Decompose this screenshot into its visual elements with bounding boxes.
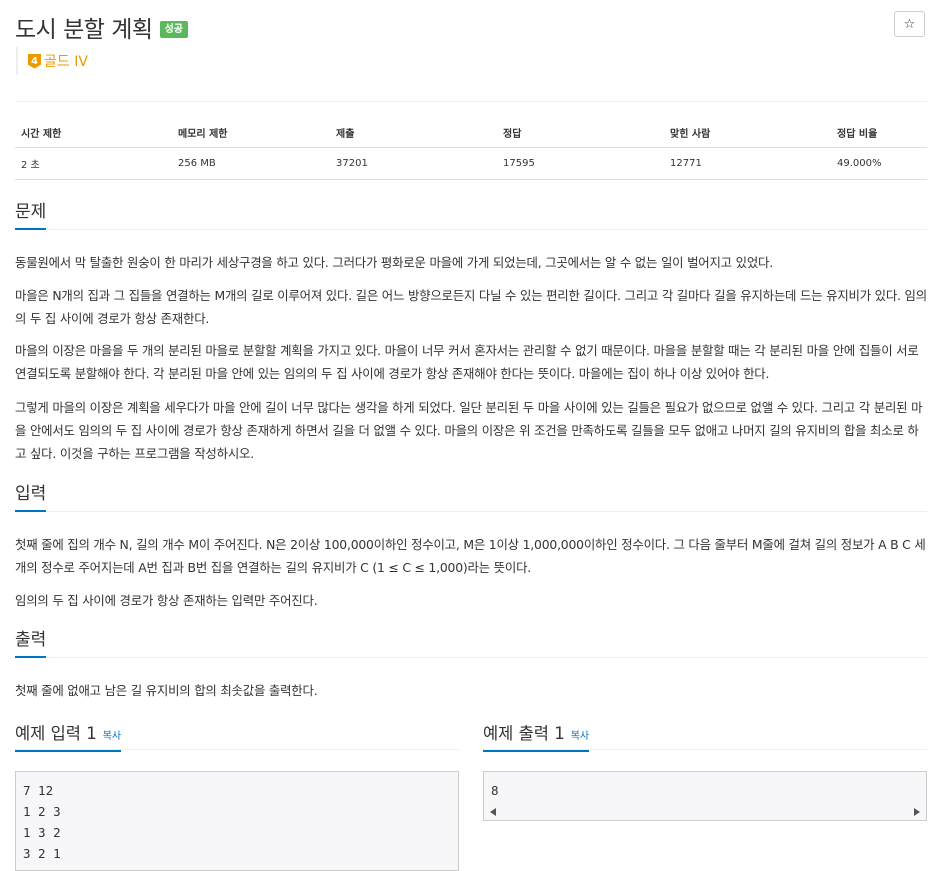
problem-paragraph-3: 마을의 이장은 마을을 두 개의 분리된 마을로 분할할 계획을 가지고 있다.… xyxy=(15,343,919,381)
header-accepted: 정답 xyxy=(497,118,664,148)
tier-icon: 4 xyxy=(28,53,41,69)
memory-limit-value: 256 MB xyxy=(172,147,330,180)
sample-output-title: 예제 출력 1 복사 xyxy=(483,723,590,752)
code-line: 7 12 xyxy=(23,783,54,798)
code-line: 8 xyxy=(491,783,499,798)
copy-sample-output-button[interactable]: 복사 xyxy=(571,731,589,742)
solved-users-value[interactable]: 12771 xyxy=(664,147,831,180)
horizontal-scrollbar[interactable] xyxy=(487,806,923,818)
input-section-header: 입력 xyxy=(15,481,927,512)
info-table-row: 2 초 256 MB 37201 17595 12771 49.000% xyxy=(15,147,927,180)
header-memory-limit: 메모리 제한 xyxy=(172,118,330,148)
output-paragraph-1: 첫째 줄에 없애고 남은 길 유지비의 합의 최솟값을 출력한다. xyxy=(15,683,318,698)
problem-paragraph-1: 동물원에서 막 탈출한 원숭이 한 마리가 세상구경을 하고 있다. 그러다가 … xyxy=(15,255,773,270)
star-button[interactable]: ☆ xyxy=(894,11,925,37)
star-icon: ☆ xyxy=(903,16,916,32)
code-line: 3 2 1 xyxy=(23,846,61,861)
output-section-header: 출력 xyxy=(15,627,927,658)
submissions-value[interactable]: 37201 xyxy=(330,147,497,180)
info-table-header-row: 시간 제한 메모리 제한 제출 정답 맞힌 사람 정답 비율 xyxy=(15,118,927,148)
divider xyxy=(15,101,927,102)
scroll-right-icon[interactable] xyxy=(914,808,920,816)
header-submissions: 제출 xyxy=(330,118,497,148)
sample-output-header: 예제 출력 1 복사 xyxy=(483,723,927,752)
copy-sample-input-button[interactable]: 복사 xyxy=(103,731,121,742)
input-paragraph-1: 첫째 줄에 집의 개수 N, 길의 개수 M이 주어진다. N은 2이상 100… xyxy=(15,537,926,575)
time-limit-value: 2 초 xyxy=(15,147,172,180)
problem-section-title: 문제 xyxy=(15,199,47,230)
code-line: 1 3 2 xyxy=(23,825,61,840)
header-solved-users: 맞힌 사람 xyxy=(664,118,831,148)
problem-paragraph-2: 마을은 N개의 집과 그 집들을 연결하는 M개의 길로 이루어져 있다. 길은… xyxy=(15,288,927,326)
header-time-limit: 시간 제한 xyxy=(15,118,172,148)
title-row: 도시 분할 계획 성공 xyxy=(15,10,188,44)
output-section-title: 출력 xyxy=(15,627,47,658)
problem-section-header: 문제 xyxy=(15,199,927,230)
sample-input-header: 예제 입력 1 복사 xyxy=(15,723,459,752)
header-accept-ratio: 정답 비율 xyxy=(831,118,927,148)
status-badge: 성공 xyxy=(159,20,188,38)
sample-input-title: 예제 입력 1 복사 xyxy=(15,723,122,752)
code-line: 1 2 3 xyxy=(23,804,61,819)
scroll-left-icon[interactable] xyxy=(490,808,496,816)
input-section-title: 입력 xyxy=(15,481,47,512)
problem-paragraph-4: 그렇게 마을의 이장은 계획을 세우다가 마을 안에 길이 너무 많다는 생각을… xyxy=(15,400,923,461)
accepted-value[interactable]: 17595 xyxy=(497,147,664,180)
page-title: 도시 분할 계획 xyxy=(15,17,153,43)
input-paragraph-2: 임의의 두 집 사이에 경로가 항상 존재하는 입력만 주어진다. xyxy=(15,593,318,608)
info-table: 시간 제한 메모리 제한 제출 정답 맞힌 사람 정답 비율 2 초 256 M… xyxy=(15,118,927,180)
tier-label: 골드 IV xyxy=(44,54,88,70)
sample-input-code[interactable]: 7 12 1 2 3 1 3 2 3 2 1 xyxy=(15,771,459,871)
accept-ratio-value: 49.000% xyxy=(831,147,927,180)
sample-output-code[interactable]: 8 xyxy=(483,771,927,821)
tier-row[interactable]: 4 골드 IV xyxy=(16,47,88,75)
